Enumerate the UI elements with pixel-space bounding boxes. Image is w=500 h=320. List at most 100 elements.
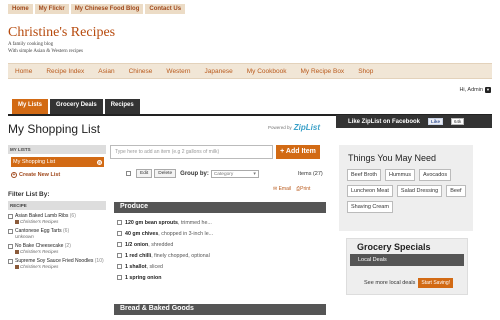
mainnav-asian[interactable]: Asian xyxy=(91,68,121,75)
tab-recipes[interactable]: Recipes xyxy=(104,99,140,114)
list-item[interactable]: 1 red chilli, finely chopped, optional xyxy=(117,250,322,261)
recipe-filter-header: RECIPE xyxy=(8,201,106,210)
recipe-source: Christine's Recipes xyxy=(20,219,59,224)
list-item-label: My Shopping List xyxy=(13,159,56,165)
topnav-home[interactable]: Home xyxy=(8,4,33,14)
suggestion-tag[interactable]: Shaving Cream xyxy=(347,201,393,213)
gear-icon[interactable]: ⚙ xyxy=(97,159,102,165)
facebook-like-button[interactable]: Like xyxy=(428,118,444,125)
share-links: ✉ Email ⎙Print xyxy=(273,186,310,192)
topnav-contact-us[interactable]: Contact Us xyxy=(145,4,186,14)
user-menu[interactable]: Hi, Admin ▼ xyxy=(459,87,491,93)
ziplist-facebook-label: Like ZipList on Facebook xyxy=(348,118,421,125)
mainnav-home[interactable]: Home xyxy=(8,68,39,75)
suggestion-tag[interactable]: Salad Dressing xyxy=(396,185,443,197)
suggestion-tag[interactable]: Beef xyxy=(446,185,466,197)
list-item[interactable]: 1 spring onion xyxy=(117,272,322,283)
topnav-chinese-food-blog[interactable]: My Chinese Food Blog xyxy=(70,4,144,14)
recipe-count: (6) xyxy=(69,213,76,219)
item-checkbox[interactable] xyxy=(117,242,122,247)
edit-button[interactable]: Edit xyxy=(136,169,153,178)
select-all-checkbox[interactable] xyxy=(126,171,131,176)
create-new-list-link[interactable]: + Create New List xyxy=(11,172,60,178)
group-by-label: Group by: xyxy=(180,170,209,177)
category-header-bread: Bread & Baked Goods xyxy=(114,304,326,315)
my-lists-header: MY LISTS xyxy=(8,145,106,154)
item-note: , finely chopped, optional xyxy=(151,252,210,259)
recipe-source: Christine's Recipes xyxy=(20,264,59,269)
print-link[interactable]: ⎙Print xyxy=(296,186,310,192)
list-item[interactable]: 1 shallot, sliced xyxy=(117,261,322,272)
recipe-filter-item[interactable]: Supreme Soy Sauce Fried Noodles (10) Chr… xyxy=(8,258,106,269)
recipe-filter-item[interactable]: No Bake Cheesecake (2) Christine's Recip… xyxy=(8,243,106,254)
recipe-checkbox[interactable] xyxy=(8,214,13,219)
filter-title: Filter List By: xyxy=(8,191,50,198)
local-deals-bar: Local Deals xyxy=(350,254,464,266)
email-label: Email xyxy=(278,186,292,192)
mainnav-my-cookbook[interactable]: My Cookbook xyxy=(240,68,294,75)
things-you-may-need-title: Things You May Need xyxy=(348,153,437,163)
list-item[interactable]: 1/2 onion, shredded xyxy=(117,239,322,250)
mainnav-shop[interactable]: Shop xyxy=(351,68,380,75)
topnav-my-flickr[interactable]: My Flickr xyxy=(34,4,69,14)
mainnav-western[interactable]: Western xyxy=(159,68,197,75)
recipe-filter-list: Asian Baked Lamb Ribs (6) Christine's Re… xyxy=(8,213,106,273)
suggestion-tag[interactable]: Hummus xyxy=(385,169,416,181)
suggestion-tag[interactable]: Avocados xyxy=(419,169,452,181)
suggestion-tag[interactable]: Beef Broth xyxy=(347,169,381,181)
top-nav: Home My Flickr My Chinese Food Blog Cont… xyxy=(8,4,187,14)
site-logo[interactable]: Christine's Recipes xyxy=(8,25,115,41)
item-checkbox[interactable] xyxy=(117,275,122,280)
recipe-checkbox[interactable] xyxy=(8,259,13,264)
facebook-like-count: 64k xyxy=(451,118,465,125)
item-qty: 40 gm chives xyxy=(125,230,159,237)
item-checkbox[interactable] xyxy=(117,253,122,258)
page-title: My Shopping List xyxy=(8,122,101,136)
email-link[interactable]: ✉ Email xyxy=(273,186,291,192)
recipe-filter-item[interactable]: Cantonese Egg Tarts (6) Unknown xyxy=(8,228,106,239)
item-checkbox[interactable] xyxy=(117,220,122,225)
group-by-select[interactable]: Category ▾ xyxy=(210,169,259,178)
add-item-input[interactable]: Type here to add an item (e.g 2 gallons … xyxy=(110,145,273,159)
recipe-count: (2) xyxy=(64,243,71,249)
list-item-my-shopping-list[interactable]: My Shopping List ⚙ xyxy=(11,157,104,167)
tab-my-lists[interactable]: My Lists xyxy=(12,99,49,114)
add-item-button[interactable]: + Add Item xyxy=(276,145,320,159)
list-item[interactable]: 40 gm chives, chopped in 3-inch le... xyxy=(117,228,322,239)
chevron-down-icon: ▾ xyxy=(253,171,256,177)
group-by-value: Category xyxy=(213,171,234,177)
list-item[interactable]: 120 gm bean sprouts, trimmed he... xyxy=(117,217,322,228)
recipe-checkbox[interactable] xyxy=(8,244,13,249)
category-header-produce: Produce xyxy=(114,202,326,213)
chevron-down-icon[interactable]: ▼ xyxy=(485,87,491,93)
mainnav-chinese[interactable]: Chinese xyxy=(122,68,160,75)
envelope-icon: ✉ xyxy=(273,186,278,192)
site-tagline: A family cooking blog With simple Asian … xyxy=(8,41,83,55)
tab-grocery-deals[interactable]: Grocery Deals xyxy=(50,99,103,114)
recipe-checkbox[interactable] xyxy=(8,229,13,234)
tab-bar: My Lists Grocery Deals Recipes xyxy=(12,99,142,114)
recipe-count: (6) xyxy=(63,228,70,234)
item-checkbox[interactable] xyxy=(117,231,122,236)
ziplist-facebook-bar: Like ZipList on Facebook Like 64k xyxy=(336,115,492,128)
start-saving-button[interactable]: Start Saving! xyxy=(418,278,454,288)
suggestion-tag[interactable]: Luncheon Meat xyxy=(347,185,393,197)
item-note: , sliced xyxy=(146,263,164,270)
recipe-filter-item[interactable]: Asian Baked Lamb Ribs (6) Christine's Re… xyxy=(8,213,106,224)
mainnav-my-recipe-box[interactable]: My Recipe Box xyxy=(293,68,351,75)
suggestion-tags: Beef Broth Hummus Avocados Luncheon Meat… xyxy=(347,169,472,213)
ziplist-logo[interactable]: ZipList xyxy=(294,123,320,132)
user-greeting: Hi, Admin xyxy=(459,87,483,93)
mainnav-japanese[interactable]: Japanese xyxy=(198,68,240,75)
list-toolbar: Edit Delete Group by: Category ▾ xyxy=(126,169,259,178)
avatar xyxy=(15,249,19,254)
tagline-line-2: With simple Asian & Western recipes xyxy=(8,49,83,54)
item-note: , trimmed he... xyxy=(178,219,212,226)
delete-button[interactable]: Delete xyxy=(154,169,177,178)
recipe-count: (10) xyxy=(94,258,104,264)
create-list-label: Create New List xyxy=(19,172,61,178)
item-checkbox[interactable] xyxy=(117,264,122,269)
item-qty: 1/2 onion xyxy=(125,241,149,248)
powered-by: Powered by ZipList xyxy=(268,123,320,132)
mainnav-recipe-index[interactable]: Recipe Index xyxy=(39,68,91,75)
